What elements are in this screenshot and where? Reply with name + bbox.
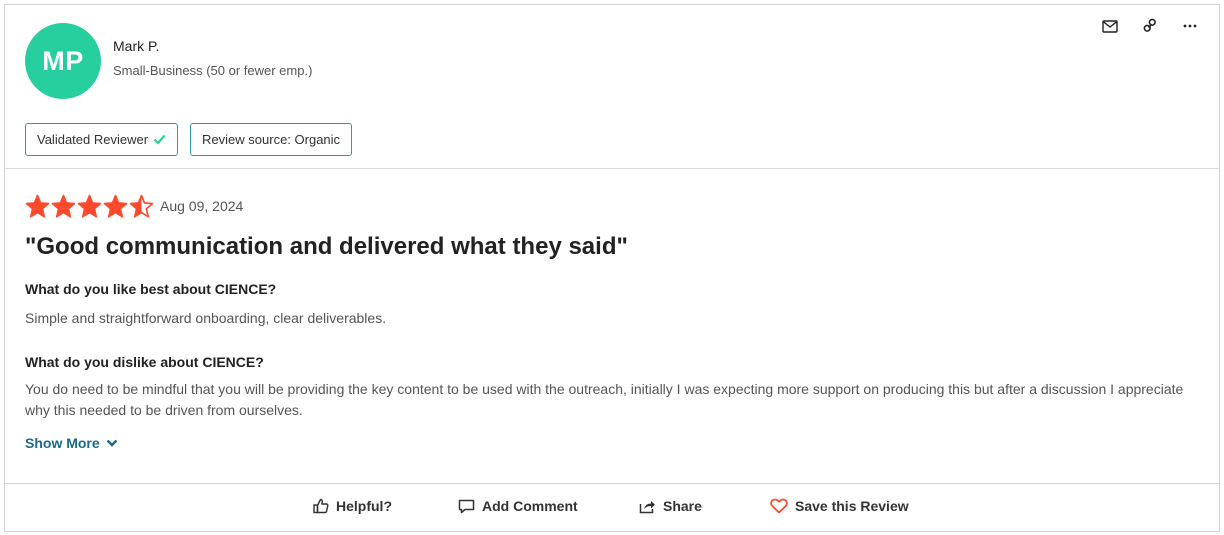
avatar: MP: [25, 23, 101, 99]
reviewer-segment: Small-Business (50 or fewer emp.): [113, 63, 313, 78]
share-label: Share: [663, 498, 702, 514]
star-full-icon: [103, 194, 128, 218]
star-full-icon: [77, 194, 102, 218]
star-half-icon: [129, 194, 154, 218]
share-icon: [639, 499, 656, 514]
star-rating: [25, 194, 154, 219]
show-more-link[interactable]: Show More: [25, 435, 118, 451]
mail-icon[interactable]: [1101, 17, 1119, 35]
save-review-label: Save this Review: [795, 498, 909, 514]
review-footer: Helpful? Add Comment Share Save this Rev…: [5, 483, 1219, 532]
save-review-button[interactable]: Save this Review: [770, 498, 909, 514]
helpful-button[interactable]: Helpful?: [313, 498, 392, 514]
reviewer-name: Mark P.: [113, 38, 160, 54]
add-comment-button[interactable]: Add Comment: [458, 498, 578, 514]
review-body: Aug 09, 2024 "Good communication and del…: [25, 191, 1195, 453]
validated-reviewer-badge: Validated Reviewer: [25, 123, 179, 156]
show-more-label: Show More: [25, 435, 100, 451]
thumbs-up-icon: [313, 498, 329, 514]
star-full-icon: [25, 194, 50, 218]
top-actions: [1101, 17, 1199, 35]
answer-dislike: You do need to be mindful that you will …: [25, 381, 1184, 418]
share-button[interactable]: Share: [639, 498, 702, 514]
heart-icon: [770, 498, 788, 514]
review-source-label: Review source: Organic: [202, 132, 341, 147]
validated-reviewer-label: Validated Reviewer: [37, 132, 149, 147]
comment-icon: [458, 499, 475, 514]
review-card: MP Mark P. Small-Business (50 or fewer e…: [4, 4, 1220, 532]
review-title: "Good communication and delivered what t…: [25, 233, 628, 260]
rating-row: Aug 09, 2024: [25, 191, 1195, 221]
helpful-label: Helpful?: [336, 498, 392, 514]
reviewer-header: MP Mark P. Small-Business (50 or fewer e…: [5, 5, 1219, 169]
badges: Validated Reviewer Review source: Organi…: [25, 123, 353, 156]
question-dislike: What do you dislike about CIENCE?: [25, 354, 264, 370]
link-icon[interactable]: [1141, 17, 1159, 35]
check-icon: [153, 134, 166, 145]
star-full-icon: [51, 194, 76, 218]
more-icon[interactable]: [1181, 17, 1199, 35]
review-source-badge: Review source: Organic: [190, 123, 353, 156]
question-like-best: What do you like best about CIENCE?: [25, 281, 277, 297]
add-comment-label: Add Comment: [482, 498, 578, 514]
chevron-down-icon: [106, 439, 118, 447]
review-date: Aug 09, 2024: [160, 198, 244, 214]
answer-like-best: Simple and straightforward onboarding, c…: [25, 310, 387, 326]
